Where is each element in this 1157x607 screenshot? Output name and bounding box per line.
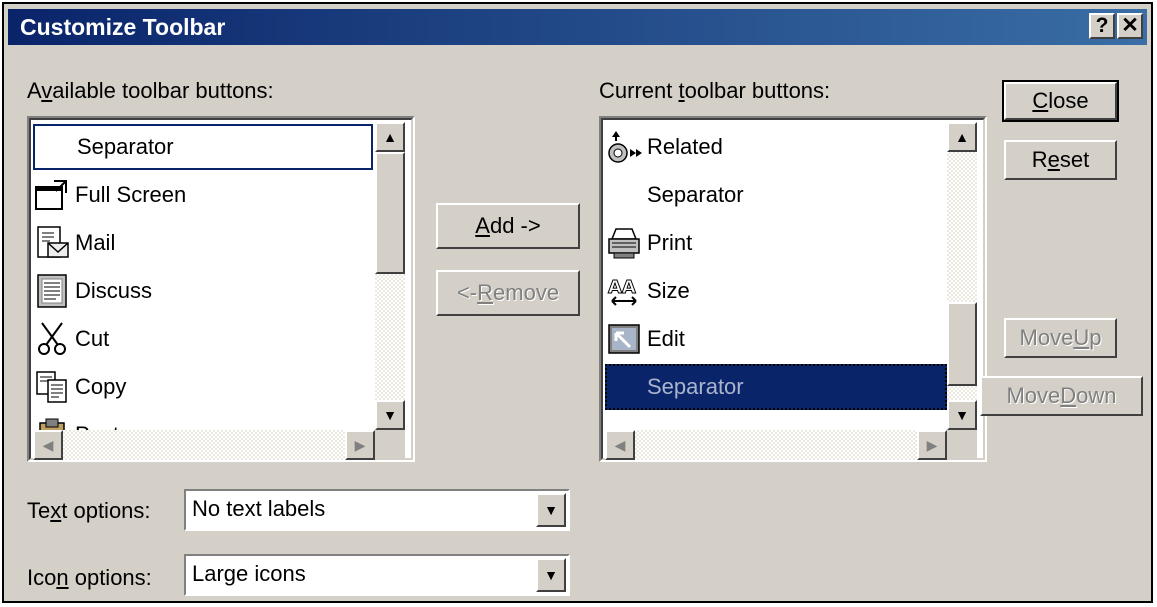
- list-item[interactable]: Discuss: [33, 268, 152, 314]
- list-item[interactable]: Related: [605, 124, 723, 170]
- related-icon: [605, 128, 643, 166]
- remove-button[interactable]: <- Remove: [436, 270, 580, 316]
- reset-button[interactable]: Re set: [1004, 140, 1117, 180]
- list-item[interactable]: Cut: [33, 316, 109, 362]
- text-options-select[interactable]: No text labels ▼: [184, 489, 570, 531]
- scroll-up-icon[interactable]: ▲: [947, 122, 977, 152]
- discuss-icon: [33, 272, 71, 310]
- available-horizontal-scrollbar[interactable]: ◀ ▶: [33, 430, 375, 460]
- list-item[interactable]: Separator: [33, 124, 373, 170]
- svg-text:AA: AA: [608, 277, 636, 298]
- add-button[interactable]: Add ->: [436, 203, 580, 249]
- chevron-down-icon[interactable]: ▼: [536, 558, 566, 592]
- title-bar[interactable]: Customize Toolbar ? ✕: [8, 9, 1147, 45]
- mail-icon: [33, 224, 71, 262]
- scroll-thumb[interactable]: [947, 302, 977, 386]
- list-item[interactable]: Full Screen: [33, 172, 186, 218]
- available-vertical-scrollbar[interactable]: ▲ ▼: [375, 122, 405, 430]
- scroll-down-icon[interactable]: ▼: [947, 400, 977, 430]
- text-options-value: No text labels: [192, 496, 326, 521]
- list-item[interactable]: Separator: [605, 364, 947, 410]
- available-buttons-list[interactable]: Separator Full Screen Mail Discuss Cut C…: [27, 116, 415, 462]
- chevron-down-icon[interactable]: ▼: [536, 493, 566, 527]
- close-button[interactable]: Close: [1002, 80, 1119, 122]
- full-screen-icon: [33, 176, 71, 214]
- current-horizontal-scrollbar[interactable]: ◀ ▶: [605, 430, 947, 460]
- list-item[interactable]: Edit: [605, 316, 685, 362]
- list-item[interactable]: Copy: [33, 364, 126, 410]
- scroll-thumb[interactable]: [375, 152, 405, 274]
- font-size-icon: AA: [605, 272, 643, 310]
- list-item[interactable]: Separator: [605, 172, 744, 218]
- icon-options-label: Icon options:: [27, 565, 152, 590]
- copy-icon: [33, 368, 71, 406]
- scroll-left-icon[interactable]: ◀: [33, 430, 63, 460]
- current-vertical-scrollbar[interactable]: ▲ ▼: [947, 122, 977, 430]
- printer-icon: [605, 224, 643, 262]
- available-buttons-label: Available toolbar buttons:: [27, 78, 274, 103]
- scroll-right-icon[interactable]: ▶: [917, 430, 947, 460]
- scroll-up-icon[interactable]: ▲: [375, 122, 405, 152]
- close-window-button[interactable]: ✕: [1117, 13, 1143, 39]
- scroll-down-icon[interactable]: ▼: [375, 400, 405, 430]
- list-item[interactable]: Mail: [33, 220, 115, 266]
- scissors-icon: [33, 320, 71, 358]
- edit-icon: [605, 320, 643, 358]
- icon-options-select[interactable]: Large icons ▼: [184, 554, 570, 596]
- scroll-right-icon[interactable]: ▶: [345, 430, 375, 460]
- scroll-corner: [375, 430, 405, 460]
- list-item[interactable]: AA Size: [605, 268, 690, 314]
- current-buttons-label: Current toolbar buttons:: [599, 78, 831, 103]
- icon-options-value: Large icons: [192, 561, 306, 586]
- help-button[interactable]: ?: [1089, 13, 1115, 39]
- scroll-left-icon[interactable]: ◀: [605, 430, 635, 460]
- move-up-button[interactable]: Move Up: [1004, 318, 1117, 358]
- current-buttons-list[interactable]: Related Separator Print AA Size Edit Sep…: [599, 116, 987, 462]
- window-title: Customize Toolbar: [20, 14, 226, 40]
- list-item[interactable]: Print: [605, 220, 692, 266]
- customize-toolbar-dialog: Customize Toolbar ? ✕ Available toolbar …: [2, 2, 1153, 603]
- move-down-button[interactable]: Move Down: [980, 376, 1143, 416]
- text-options-label: Text options:: [27, 498, 151, 523]
- scroll-corner: [947, 430, 977, 460]
